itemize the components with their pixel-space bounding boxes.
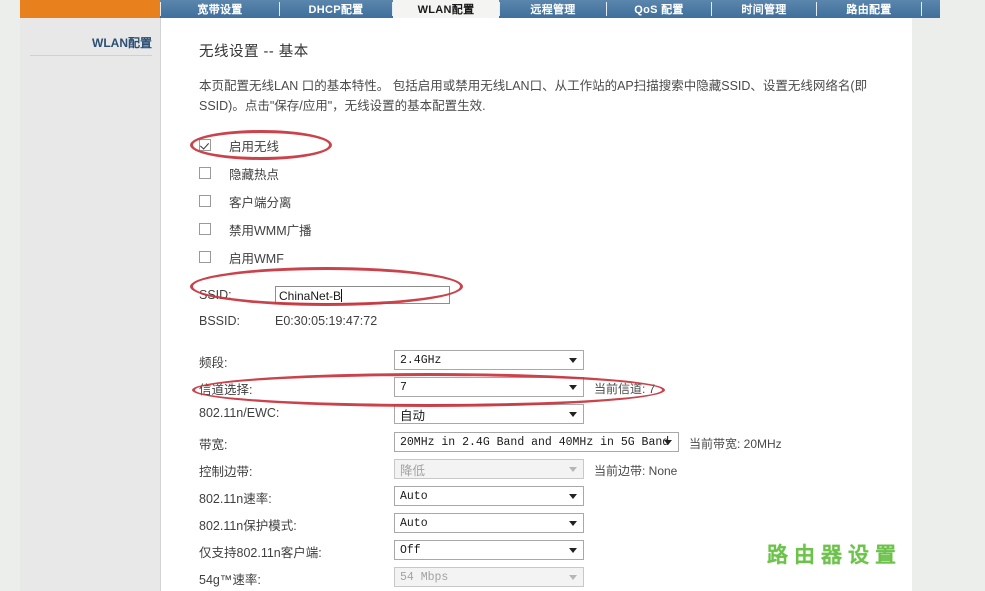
chevron-down-icon (569, 548, 577, 553)
checkbox-input[interactable] (199, 195, 211, 207)
nav-tab-1[interactable]: 宽带设置 (161, 0, 279, 18)
chevron-down-icon (569, 521, 577, 526)
setting-label: 54g™速率: (199, 573, 261, 587)
setting-current-value-note: 当前信道: 7 (594, 382, 656, 396)
nav-separator (160, 2, 161, 16)
page-right-gutter (912, 18, 985, 591)
setting-label: 802.11n保护模式: (199, 519, 297, 533)
checkbox-input[interactable] (199, 139, 211, 151)
page-left-gutter (0, 0, 20, 591)
setting-label: 802.11n速率: (199, 492, 272, 506)
nav-tab-3[interactable]: WLAN配置 (393, 0, 499, 18)
setting-dropdown[interactable]: 自动 (394, 404, 584, 424)
chevron-down-icon (569, 385, 577, 390)
text-caret (341, 289, 343, 302)
setting-row-6: 802.11n速率: Auto (199, 486, 799, 508)
checkbox-label: 禁用WMM广播 (229, 223, 312, 238)
bssid-label: BSSID: (199, 314, 240, 328)
setting-dropdown-value: 2.4GHz (400, 353, 442, 367)
setting-row-7: 802.11n保护模式: Auto (199, 513, 799, 535)
setting-dropdown[interactable]: Auto (394, 486, 584, 506)
nav-tab-6[interactable]: 时间管理 (712, 0, 816, 18)
page-title: 无线设置 -- 基本 (199, 44, 309, 60)
nav-separator (921, 2, 922, 16)
setting-dropdown[interactable]: Off (394, 540, 584, 560)
setting-dropdown[interactable]: Auto (394, 513, 584, 533)
checkbox-label: 隐藏热点 (229, 167, 280, 182)
checkbox-row-4[interactable]: 禁用WMM广播 (199, 220, 312, 238)
setting-row-2: 信道选择: 7 当前信道: 7 (199, 377, 799, 399)
nav-separator (392, 2, 393, 16)
nav-separator (606, 2, 607, 16)
setting-dropdown[interactable]: 20MHz in 2.4G Band and 40MHz in 5G Band (394, 432, 679, 452)
setting-dropdown-value: 7 (400, 380, 407, 394)
chevron-down-icon (569, 412, 577, 417)
bssid-value: E0:30:05:19:47:72 (275, 314, 378, 328)
setting-dropdown: 降低 (394, 459, 584, 479)
watermark: 路由器设置 (767, 544, 902, 567)
nav-tab-2[interactable]: DHCP配置 (280, 0, 392, 18)
nav-tab-7[interactable]: 路由配置 (817, 0, 921, 18)
sidebar-item-wlan[interactable]: WLAN配置 (30, 34, 152, 56)
setting-current-value-note: 当前带宽: 20MHz (689, 437, 782, 451)
checkbox-row-3[interactable]: 客户端分离 (199, 192, 292, 210)
setting-dropdown[interactable]: 2.4GHz (394, 350, 584, 370)
setting-dropdown[interactable]: 7 (394, 377, 584, 397)
setting-row-5: 控制边带: 降低 当前边带: None (199, 459, 799, 481)
bssid-row: BSSID: E0:30:05:19:47:72 (199, 312, 679, 334)
checkbox-label: 启用无线 (229, 139, 280, 154)
setting-row-4: 带宽: 20MHz in 2.4G Band and 40MHz in 5G Ba… (199, 432, 799, 454)
nav-separator (711, 2, 712, 16)
chevron-down-icon (569, 494, 577, 499)
nav-separator (279, 2, 280, 16)
setting-label: 仅支持802.11n客户端: (199, 546, 322, 560)
page-description: 本页配置无线LAN 口的基本特性。 包括启用或禁用无线LAN口、从工作站的AP扫… (199, 79, 868, 113)
checkbox-row-5[interactable]: 启用WMF (199, 248, 284, 266)
setting-label: 信道选择: (199, 383, 253, 397)
setting-row-3: 802.11n/EWC: 自动 (199, 404, 799, 426)
checkbox-input[interactable] (199, 167, 211, 179)
setting-label: 802.11n/EWC: (199, 406, 280, 420)
setting-dropdown-value: 54 Mbps (400, 570, 449, 584)
setting-row-1: 频段: 2.4GHz (199, 350, 799, 372)
router-admin-page: 宽带设置 DHCP配置 WLAN配置 远程管理 QoS 配置 时间管理 路由配置 WLAN配… (0, 0, 985, 591)
checkbox-input[interactable] (199, 251, 211, 263)
chevron-down-icon (569, 358, 577, 363)
nav-separator (816, 2, 817, 16)
chevron-down-icon (664, 440, 672, 445)
setting-row-9: 54g™速率: 54 Mbps (199, 567, 799, 589)
setting-row-8: 仅支持802.11n客户端: Off (199, 540, 799, 562)
setting-label: 控制边带: (199, 465, 253, 479)
setting-dropdown-value: Auto (400, 516, 428, 530)
setting-dropdown-value: 降低 (400, 463, 426, 478)
checkbox-input[interactable] (199, 223, 211, 235)
chevron-down-icon (569, 575, 577, 580)
ssid-label: SSID: (199, 288, 232, 302)
ssid-row: SSID: ChinaNet-B (199, 286, 679, 308)
nav-tab-4[interactable]: 远程管理 (500, 0, 606, 18)
setting-current-value-note: 当前边带: None (594, 464, 678, 478)
nav-tab-5[interactable]: QoS 配置 (607, 0, 711, 18)
setting-dropdown-value: 自动 (400, 408, 426, 423)
main-content: 无线设置 -- 基本 本页配置无线LAN 口的基本特性。 包括启用或禁用无线LA… (161, 18, 912, 591)
sidebar: WLAN配置 (20, 18, 161, 591)
nav-separator (499, 2, 500, 16)
checkbox-row-1[interactable]: 启用无线 (199, 136, 279, 154)
brand-block (20, 0, 160, 18)
setting-dropdown-value: 20MHz in 2.4G Band and 40MHz in 5G Band (400, 435, 670, 449)
chevron-down-icon (569, 467, 577, 472)
checkbox-label: 客户端分离 (229, 195, 292, 210)
setting-dropdown-value: Auto (400, 489, 428, 503)
nav-item-list: 宽带设置 DHCP配置 WLAN配置 远程管理 QoS 配置 时间管理 路由配置 (160, 0, 922, 18)
ssid-input-value: ChinaNet-B (279, 289, 342, 303)
setting-dropdown: 54 Mbps (394, 567, 584, 587)
ssid-input[interactable]: ChinaNet-B (275, 286, 450, 304)
setting-dropdown-value: Off (400, 543, 421, 557)
setting-label: 频段: (199, 356, 228, 370)
setting-label: 带宽: (199, 438, 228, 452)
checkbox-label: 启用WMF (229, 251, 284, 266)
top-navigation: 宽带设置 DHCP配置 WLAN配置 远程管理 QoS 配置 时间管理 路由配置 (0, 0, 985, 18)
checkbox-row-2[interactable]: 隐藏热点 (199, 164, 279, 182)
